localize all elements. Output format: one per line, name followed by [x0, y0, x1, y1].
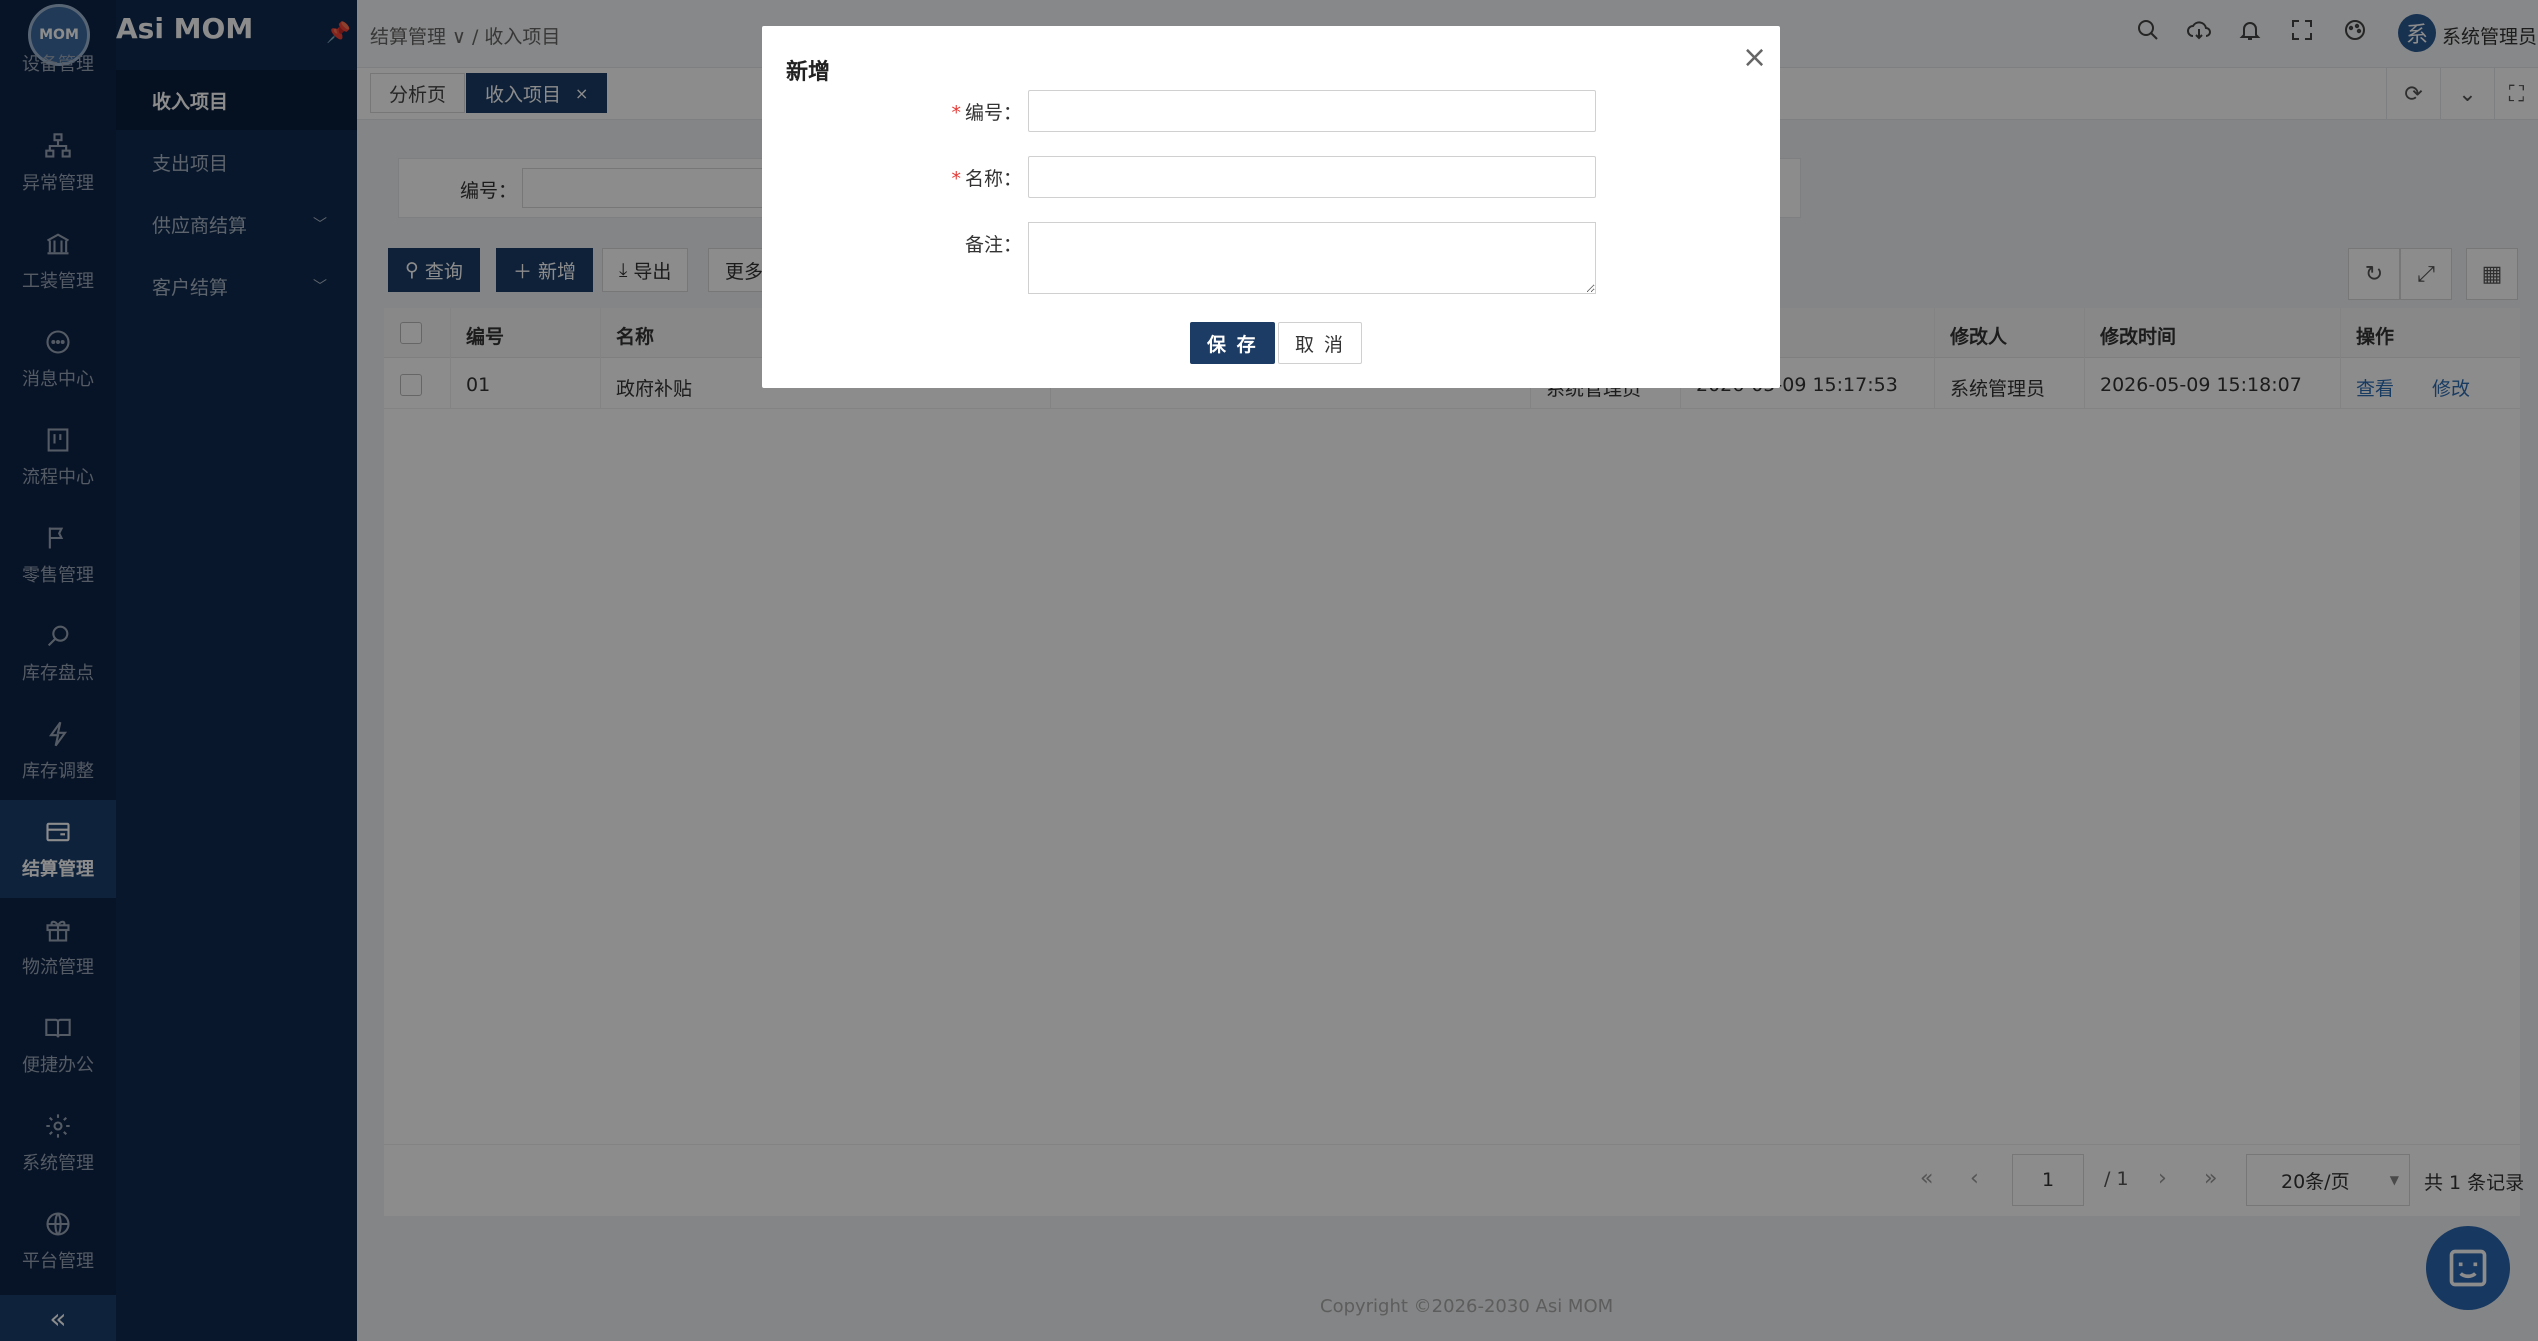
add-dialog: 新增 × * 编号： * 名称： 备注： 保 存 取 消: [762, 26, 1780, 388]
code-field-label: * 编号：: [902, 98, 1022, 125]
label-text: 备注：: [964, 234, 1022, 256]
dialog-title: 新增: [786, 60, 831, 85]
label-text: 名称：: [964, 168, 1022, 190]
label-text: 编号：: [964, 102, 1022, 124]
name-input[interactable]: [1028, 156, 1596, 198]
remark-field-label: 备注：: [902, 230, 1022, 257]
remark-textarea[interactable]: [1028, 222, 1596, 294]
required-mark: *: [951, 168, 961, 190]
save-button[interactable]: 保 存: [1190, 322, 1275, 364]
cancel-button[interactable]: 取 消: [1278, 322, 1363, 364]
code-input[interactable]: [1028, 90, 1596, 132]
name-field-label: * 名称：: [902, 164, 1022, 191]
close-icon[interactable]: ×: [1742, 40, 1767, 75]
required-mark: *: [951, 102, 961, 124]
